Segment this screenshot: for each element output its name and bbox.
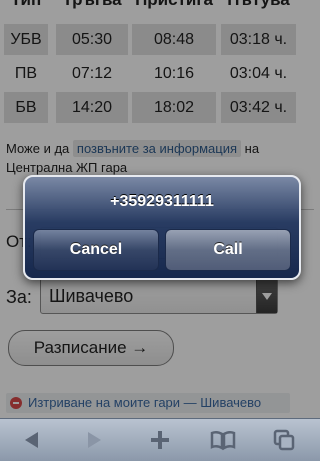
bookmarks-icon[interactable] [202,419,242,461]
call-button[interactable]: Call [165,229,291,271]
call-alert: +35929311111 Cancel Call [23,175,301,280]
add-icon[interactable] [140,419,180,461]
alert-phone-number: +35929311111 [110,193,214,210]
pages-icon[interactable] [264,419,304,461]
browser-toolbar [0,418,320,461]
cancel-button[interactable]: Cancel [33,229,159,271]
forward-icon[interactable] [74,419,114,461]
back-icon[interactable] [12,419,52,461]
